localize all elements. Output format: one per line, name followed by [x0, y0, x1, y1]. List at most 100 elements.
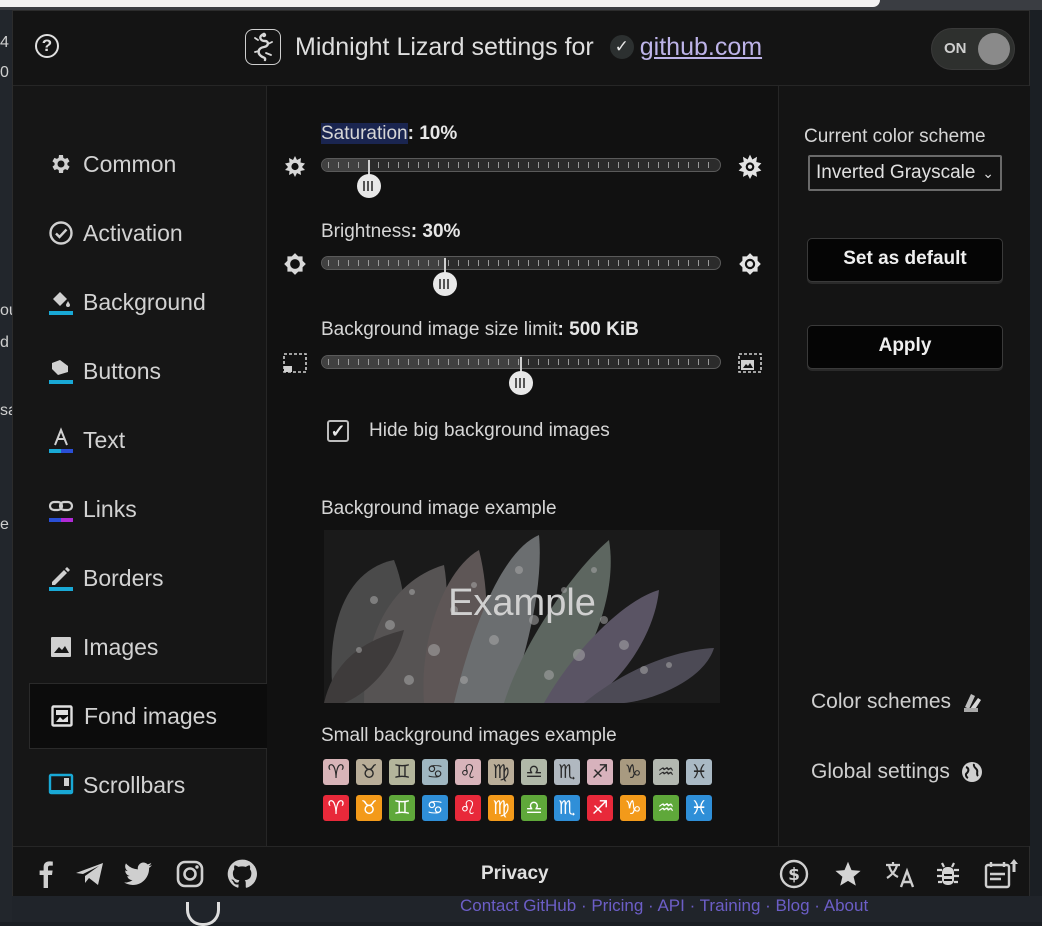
hide-big-images-checkbox[interactable]: ✓	[327, 420, 349, 442]
brightness-high-icon	[736, 250, 764, 278]
background-page-left: 4 0 ou d sa e	[0, 10, 18, 922]
translate-icon[interactable]	[883, 859, 917, 889]
image-icon	[47, 633, 75, 661]
brightness-track[interactable]	[321, 256, 721, 270]
bg-fragment: 4	[0, 34, 9, 51]
site-enabled-check-icon: ✓	[609, 35, 634, 59]
brightness-thumb[interactable]	[433, 258, 457, 296]
github-logo-bg	[186, 902, 220, 926]
color-schemes-label: Color schemes	[811, 690, 952, 713]
fond-images-panel: Saturation: 10% Brightness: 30% Backgrou…	[267, 86, 777, 846]
size-limit-slider[interactable]	[281, 349, 765, 409]
help-icon[interactable]: ?	[35, 34, 59, 58]
toggle-label: ON	[944, 40, 967, 57]
sidebar-item-label: Fond images	[84, 702, 217, 729]
link-icon	[47, 495, 75, 523]
star-icon[interactable]	[833, 859, 863, 889]
sidebar-item-common[interactable]: Common	[29, 131, 267, 197]
on-off-toggle[interactable]: ON	[931, 28, 1015, 70]
twitter-icon[interactable]	[123, 859, 153, 889]
zodiac-tile: ♎	[521, 795, 547, 821]
facebook-icon[interactable]	[31, 859, 61, 889]
brightness-label-text: Brightness	[321, 221, 411, 242]
zodiac-tile: ♌	[455, 759, 481, 785]
bg-footer-links: Contact GitHub · Pricing · API · Trainin…	[460, 896, 869, 915]
github-icon[interactable]	[227, 859, 257, 889]
telegram-icon[interactable]	[73, 859, 107, 889]
zodiac-tile: ♏	[554, 795, 580, 821]
zodiac-tile: ♏	[554, 759, 580, 785]
settings-popup: ? Midnight Lizard settings for ✓ github.…	[12, 10, 1030, 896]
paint-bucket-icon	[47, 288, 75, 316]
size-limit-label-text: Background image size limit	[321, 319, 558, 340]
sidebar-item-fond-images[interactable]: Fond images	[29, 683, 267, 749]
color-schemes-link[interactable]: Color schemes	[811, 690, 985, 714]
sidebar-item-label: Text	[83, 426, 126, 453]
saturation-slider[interactable]	[281, 152, 765, 212]
size-limit-thumb[interactable]	[509, 357, 533, 395]
zodiac-tile: ♐	[587, 795, 613, 821]
brightness-slider[interactable]	[281, 250, 765, 310]
gear-icon	[47, 150, 75, 178]
saturation-label: Saturation: 10%	[321, 123, 458, 144]
color-scheme-select[interactable]: Inverted Grayscale ⌄	[808, 155, 1002, 191]
sidebar-item-activation[interactable]: Activation	[29, 200, 267, 266]
sidebar-item-text[interactable]: Text	[29, 407, 267, 473]
size-limit-value: 500 KiB	[569, 319, 639, 340]
swatches-icon	[961, 690, 985, 714]
zodiac-tile: ♒	[653, 759, 679, 785]
right-panel: Current color scheme Inverted Grayscale ⌄…	[778, 86, 1030, 846]
hide-big-images-row[interactable]: ✓ Hide big background images	[327, 420, 610, 442]
sidebar-item-links[interactable]: Links	[29, 476, 267, 542]
small-example-label: Small background images example	[321, 725, 617, 746]
saturation-low-icon	[281, 152, 309, 180]
zodiac-tile: ♒	[653, 795, 679, 821]
saturation-ticks	[328, 162, 714, 168]
sidebar-item-borders[interactable]: Borders	[29, 545, 267, 611]
brightness-low-icon	[281, 250, 309, 278]
small-image-icon	[281, 349, 309, 377]
global-settings-link[interactable]: Global settings	[811, 760, 984, 784]
bug-icon[interactable]	[933, 859, 963, 889]
saturation-track[interactable]	[321, 158, 721, 172]
changelog-icon[interactable]	[983, 859, 1019, 889]
set-as-default-button[interactable]: Set as default	[807, 238, 1003, 282]
zodiac-tile: ♐	[587, 759, 613, 785]
global-settings-label: Global settings	[811, 760, 950, 783]
header: ? Midnight Lizard settings for ✓ github.…	[13, 11, 1029, 86]
toggle-knob	[978, 33, 1010, 65]
sidebar-item-label: Activation	[83, 219, 183, 246]
zodiac-tile: ♑	[620, 759, 646, 785]
zodiac-row-bright: ♈ ♉ ♊ ♋ ♌ ♍ ♎ ♏ ♐ ♑ ♒ ♓	[323, 795, 719, 821]
bg-fragment: 0	[0, 64, 9, 81]
size-limit-thumb-handle[interactable]	[509, 371, 533, 395]
sidebar-item-scrollbars[interactable]: Scrollbars	[29, 752, 267, 818]
zodiac-tile: ♍	[488, 795, 514, 821]
sidebar-item-label: Images	[83, 633, 159, 660]
zodiac-tile: ♊	[389, 759, 415, 785]
popup-title: Midnight Lizard settings for	[295, 32, 594, 61]
check-circle-icon	[47, 219, 75, 247]
apply-button[interactable]: Apply	[807, 325, 1003, 369]
site-link[interactable]: github.com	[640, 33, 762, 62]
privacy-link[interactable]: Privacy	[481, 863, 549, 885]
saturation-thumb-handle[interactable]	[357, 174, 381, 198]
instagram-icon[interactable]	[175, 859, 205, 889]
zodiac-tile: ♊	[389, 795, 415, 821]
zodiac-tile: ♎	[521, 759, 547, 785]
zodiac-tile: ♋	[422, 795, 448, 821]
svg-text:$: $	[788, 865, 800, 885]
saturation-thumb[interactable]	[357, 160, 381, 198]
brightness-thumb-handle[interactable]	[433, 272, 457, 296]
sidebar-item-images[interactable]: Images	[29, 614, 267, 680]
bg-fragment: d	[0, 334, 9, 351]
sidebar-item-buttons[interactable]: Buttons	[29, 338, 267, 404]
zodiac-tile: ♉	[356, 795, 382, 821]
sidebar-item-background[interactable]: Background	[29, 269, 267, 335]
donate-icon[interactable]: $	[779, 859, 809, 889]
zodiac-tile: ♈	[323, 795, 349, 821]
background-page-footer: Contact GitHub · Pricing · API · Trainin…	[12, 896, 1042, 926]
footer: Privacy $	[13, 846, 1029, 896]
zodiac-tile: ♈	[323, 759, 349, 785]
zodiac-tile: ♉	[356, 759, 382, 785]
